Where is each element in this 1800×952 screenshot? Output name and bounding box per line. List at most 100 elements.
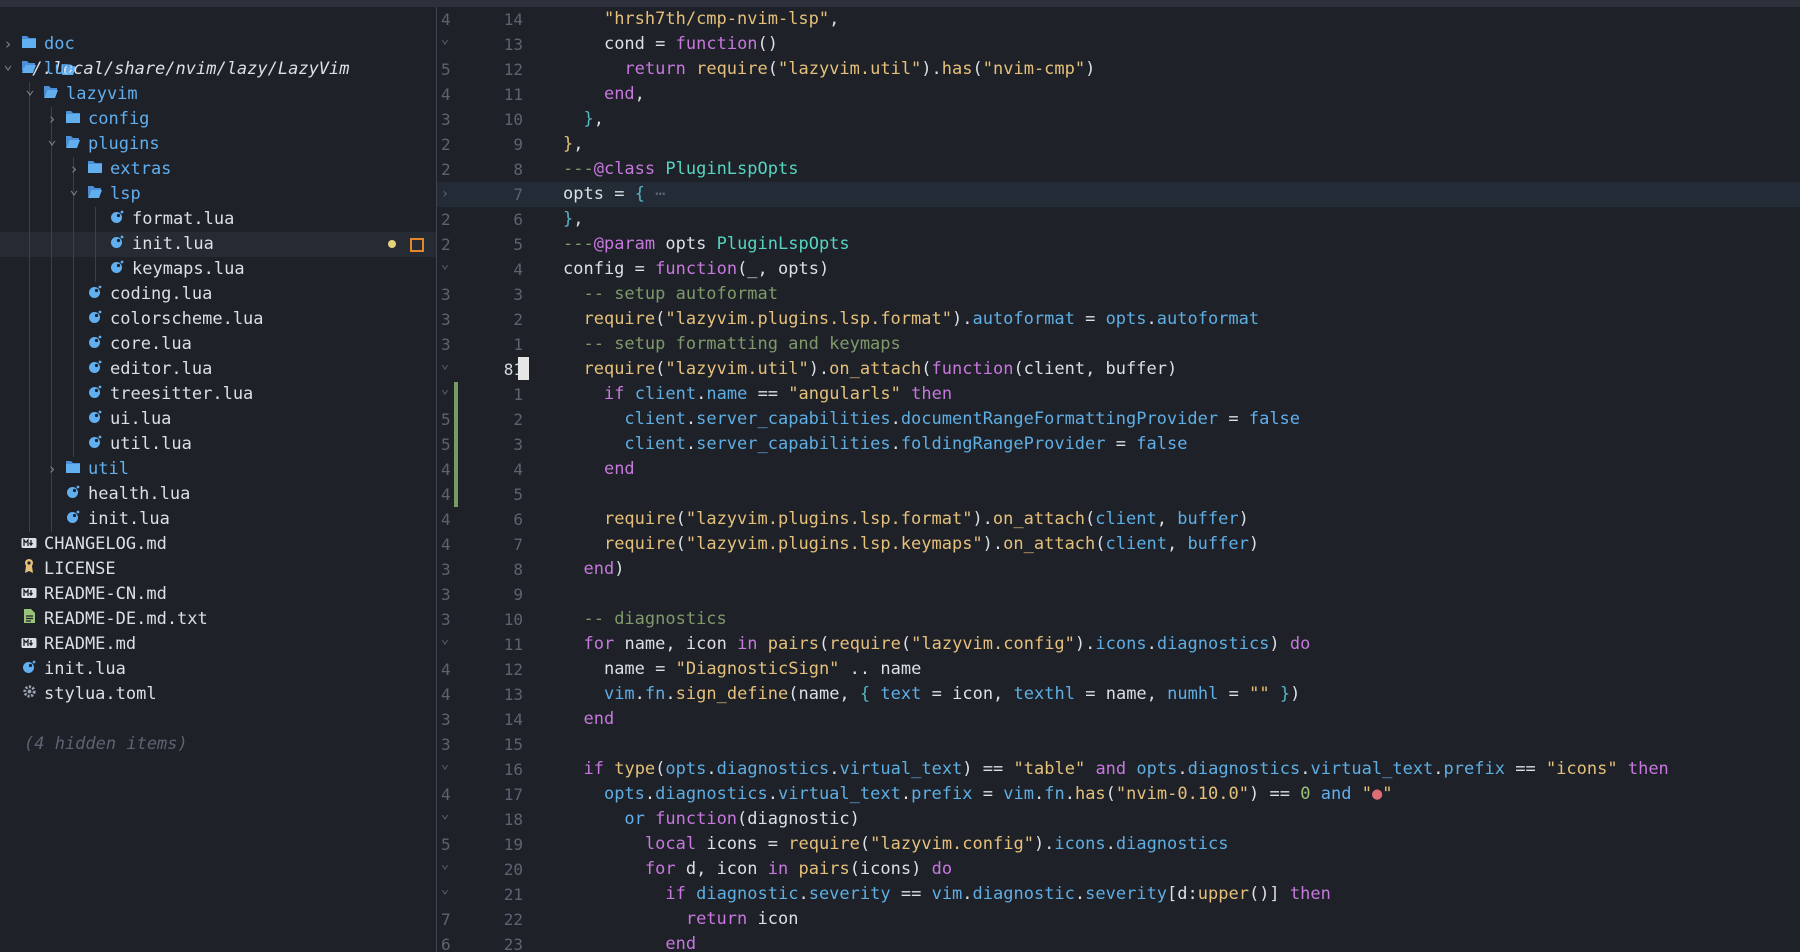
fold-open-icon[interactable]: ⌄ xyxy=(437,352,453,377)
code-line[interactable]: 45 xyxy=(437,482,1800,507)
code-line[interactable]: 3 10 }, xyxy=(437,107,1800,132)
tree-folder[interactable]: › config xyxy=(0,107,436,132)
code-line[interactable]: 5 12 return require("lazyvim.util").has("… xyxy=(437,57,1800,82)
line-number: 1 xyxy=(513,385,523,404)
tree-file[interactable]: core.lua xyxy=(0,332,436,357)
code-line[interactable]: › 7 opts = { ⋯ xyxy=(437,182,1800,207)
tree-folder[interactable]: ⌄ plugins xyxy=(0,130,436,157)
code-line[interactable]: 7 22 return icon xyxy=(437,907,1800,932)
tree-file[interactable]: README.md xyxy=(0,632,436,657)
chevron-down-icon[interactable]: ⌄ xyxy=(68,177,80,202)
tree-folder[interactable]: › util xyxy=(0,457,436,482)
indent-guide xyxy=(73,332,74,357)
code-line[interactable]: 4 12 name = "DiagnosticSign" .. name xyxy=(437,657,1800,682)
lua-file-icon xyxy=(86,357,104,382)
tree-file[interactable]: stylua.toml xyxy=(0,682,436,707)
code-line[interactable]: 31 -- setup formatting and keymaps xyxy=(437,332,1800,357)
tree-item-label: coding.lua xyxy=(110,284,213,304)
code-line[interactable]: 2 6}, xyxy=(437,207,1800,232)
tree-file[interactable]: LICENSE xyxy=(0,557,436,582)
code-line[interactable]: ⌄ 4 config = function(_, opts) xyxy=(437,256,1800,282)
code-line[interactable]: 3 8 end) xyxy=(437,557,1800,582)
code-line[interactable]: 2 9}, xyxy=(437,132,1800,157)
tree-folder[interactable]: › doc xyxy=(0,32,436,57)
tree-file[interactable]: ui.lua xyxy=(0,407,436,432)
git-status-icon xyxy=(410,238,424,252)
code-line[interactable]: 3 10 -- diagnostics xyxy=(437,607,1800,632)
tree-file[interactable]: format.lua xyxy=(0,207,436,232)
code-line[interactable]: ⌄ 11 for name, icon in pairs(require("laz… xyxy=(437,631,1800,657)
relative-line-number: 2 xyxy=(441,210,451,229)
code-line[interactable]: ⌄ 13 cond = function() xyxy=(437,31,1800,57)
line-number: 1 xyxy=(513,335,523,354)
tree-file[interactable]: coding.lua xyxy=(0,282,436,307)
code-line[interactable]: 52 client.server_capabilities.documentRa… xyxy=(437,407,1800,432)
fold-open-icon[interactable]: ⌄ xyxy=(437,802,453,827)
explorer-root[interactable]: ~/.local/share/nvim/lazy/LazyVim xyxy=(0,7,436,79)
code-line[interactable]: ⌄ 21 if diagnostic.severity == vim.diagno… xyxy=(437,881,1800,907)
indent-guide xyxy=(29,332,30,357)
code-line[interactable]: 2 8 ---@class PluginLspOpts xyxy=(437,157,1800,182)
tree-folder[interactable]: ⌄ lazyvim xyxy=(0,80,436,107)
tree-file[interactable]: util.lua xyxy=(0,432,436,457)
chevron-down-icon[interactable]: ⌄ xyxy=(2,52,14,77)
tree-file[interactable]: health.lua xyxy=(0,482,436,507)
code-line[interactable]: 2 5 ---@param opts PluginLspOpts xyxy=(437,232,1800,257)
tree-file[interactable]: README-DE.md.txt xyxy=(0,607,436,632)
code-line[interactable]: 5 19 local icons = require("lazyvim.confi… xyxy=(437,832,1800,857)
tree-item-label: stylua.toml xyxy=(44,684,157,704)
code-line[interactable]: 6 23 end xyxy=(437,932,1800,952)
tree-file[interactable]: CHANGELOG.md xyxy=(0,532,436,557)
code-line[interactable]: 4 17 opts.diagnostics.virtual_text.prefix… xyxy=(437,782,1800,807)
code-line[interactable]: ⌄ 1 if client.name == "angularls" then xyxy=(437,381,1800,407)
code-line[interactable]: 4 11 end, xyxy=(437,82,1800,107)
fold-open-icon[interactable]: ⌄ xyxy=(437,377,453,402)
code-line[interactable]: 4 6 require("lazyvim.plugins.lsp.format")… xyxy=(437,507,1800,532)
tree-file[interactable]: README-CN.md xyxy=(0,582,436,607)
tree-file[interactable]: treesitter.lua xyxy=(0,382,436,407)
code-line[interactable]: 3 14 end xyxy=(437,707,1800,732)
code-line[interactable]: ⌄ 20 for d, icon in pairs(icons) do xyxy=(437,856,1800,882)
chevron-right-icon[interactable]: › xyxy=(46,457,58,482)
line-number: 4 xyxy=(513,460,523,479)
code-line[interactable]: ⌄ 16 if type(opts.diagnostics.virtual_tex… xyxy=(437,756,1800,782)
tree-folder[interactable]: ⌄ lsp xyxy=(0,180,436,207)
tree-folder[interactable]: › extras xyxy=(0,157,436,182)
code-line[interactable]: 3 2 require("lazyvim.plugins.lsp.format")… xyxy=(437,307,1800,332)
tree-item-label: doc xyxy=(44,34,75,54)
tree-file[interactable]: keymaps.lua xyxy=(0,257,436,282)
code-line[interactable]: ⌄ 18 or function(diagnostic) xyxy=(437,806,1800,832)
tree-file[interactable]: init.lua xyxy=(0,507,436,532)
tree-file[interactable]: init.lua xyxy=(0,232,436,257)
code-line[interactable]: 3 3 -- setup autoformat xyxy=(437,282,1800,307)
code-line[interactable]: 53 client.server_capabilities.foldingRan… xyxy=(437,432,1800,457)
fold-open-icon[interactable]: ⌄ xyxy=(437,627,453,652)
indent-guide xyxy=(29,457,30,482)
chevron-down-icon[interactable]: ⌄ xyxy=(24,77,36,102)
fold-open-icon[interactable]: ⌄ xyxy=(437,252,453,277)
tree-file[interactable]: init.lua xyxy=(0,657,436,682)
code-line[interactable]: 39 xyxy=(437,582,1800,607)
markdown-file-icon xyxy=(20,582,38,607)
tree-file[interactable]: colorscheme.lua xyxy=(0,307,436,332)
code-line[interactable]: 4 7 require("lazyvim.plugins.lsp.keymaps"… xyxy=(437,532,1800,557)
indent-guide xyxy=(29,357,30,382)
code-line[interactable]: 4 14 "hrsh7th/cmp-nvim-lsp", xyxy=(437,7,1800,32)
fold-open-icon[interactable]: ⌄ xyxy=(437,752,453,777)
fold-open-icon[interactable]: ⌄ xyxy=(437,852,453,877)
code-text: end) xyxy=(583,559,625,579)
code-line[interactable]: ⌄ 81 require("lazyvim.util").on_attach(fu… xyxy=(437,356,1800,382)
hidden-items-label[interactable]: (4 hidden items) xyxy=(0,707,436,754)
code-line[interactable]: 4 13 vim.fn.sign_define(name, { text = ic… xyxy=(437,682,1800,707)
indent-guide xyxy=(29,182,30,207)
line-number: 12 xyxy=(503,660,523,679)
code-line[interactable]: 44 end xyxy=(437,457,1800,482)
fold-open-icon[interactable]: ⌄ xyxy=(437,27,453,52)
tree-folder[interactable]: ⌄ lua xyxy=(0,55,436,82)
fold-open-icon[interactable]: ⌄ xyxy=(437,877,453,902)
fold-closed-icon[interactable]: › xyxy=(437,182,453,207)
code-editor[interactable]: 4 14 "hrsh7th/cmp-nvim-lsp", ⌄ 13 cond = fu… xyxy=(437,7,1800,952)
chevron-down-icon[interactable]: ⌄ xyxy=(46,127,58,152)
tree-file[interactable]: editor.lua xyxy=(0,357,436,382)
code-line[interactable]: 3 15 xyxy=(437,732,1800,757)
